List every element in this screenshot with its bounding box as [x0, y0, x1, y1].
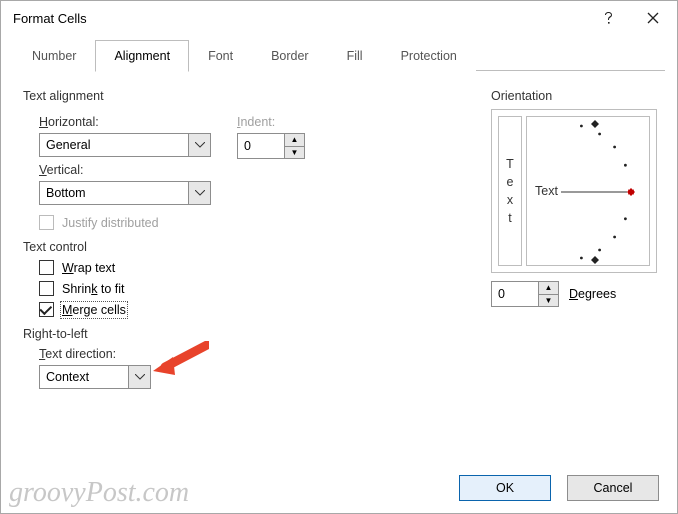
- spinner-up-icon[interactable]: ▲: [285, 134, 304, 146]
- tab-font[interactable]: Font: [189, 40, 252, 72]
- dial-graphic: [527, 117, 645, 267]
- close-button[interactable]: [631, 3, 675, 33]
- tab-alignment[interactable]: Alignment: [95, 40, 189, 72]
- tabs: Number Alignment Font Border Fill Protec…: [13, 39, 665, 71]
- merge-cells-checkbox[interactable]: [39, 302, 54, 317]
- shrink-to-fit-checkbox[interactable]: [39, 281, 54, 296]
- dialog-title: Format Cells: [13, 11, 587, 26]
- vertical-text-box[interactable]: Text: [498, 116, 522, 266]
- horizontal-value: General: [40, 138, 188, 152]
- degrees-label: Degrees: [569, 287, 616, 301]
- wrap-text-checkbox[interactable]: [39, 260, 54, 275]
- close-icon: [647, 12, 659, 24]
- text-direction-value: Context: [40, 370, 128, 384]
- merge-cells-label: Merge cells: [62, 303, 126, 317]
- indent-value: 0: [238, 134, 284, 158]
- indent-label: Indent:: [237, 115, 305, 129]
- wrap-text-label: Wrap text: [62, 261, 115, 275]
- spinner-up-icon[interactable]: ▲: [539, 282, 558, 294]
- tab-number[interactable]: Number: [13, 40, 95, 72]
- indent-spinner[interactable]: 0 ▲ ▼: [237, 133, 305, 159]
- text-alignment-label: Text alignment: [23, 89, 473, 103]
- shrink-to-fit-label: Shrink to fit: [62, 282, 125, 296]
- ok-button[interactable]: OK: [459, 475, 551, 501]
- tab-protection[interactable]: Protection: [382, 40, 476, 72]
- vertical-combo[interactable]: Bottom: [39, 181, 211, 205]
- orientation-label: Orientation: [491, 89, 657, 103]
- dialog-buttons: OK Cancel: [1, 465, 677, 513]
- help-button[interactable]: [587, 3, 631, 33]
- cancel-button[interactable]: Cancel: [567, 475, 659, 501]
- tab-fill[interactable]: Fill: [328, 40, 382, 72]
- chevron-down-icon: [128, 366, 150, 388]
- horizontal-label: Horizontal:: [39, 115, 211, 129]
- chevron-down-icon: [188, 134, 210, 156]
- horizontal-combo[interactable]: General: [39, 133, 211, 157]
- justify-checkbox: [39, 215, 54, 230]
- vertical-label: Vertical:: [39, 163, 211, 177]
- right-to-left-label: Right-to-left: [23, 327, 473, 341]
- chevron-down-icon: [188, 182, 210, 204]
- vertical-value: Bottom: [40, 186, 188, 200]
- spinner-down-icon[interactable]: ▼: [285, 146, 304, 159]
- format-cells-dialog: Format Cells Number Alignment Font Borde…: [0, 0, 678, 514]
- tab-border[interactable]: Border: [252, 40, 328, 72]
- help-icon: [604, 11, 614, 25]
- text-direction-combo[interactable]: Context: [39, 365, 151, 389]
- orientation-dial[interactable]: Text: [526, 116, 650, 266]
- justify-label: Justify distributed: [62, 216, 159, 230]
- titlebar: Format Cells: [1, 1, 677, 35]
- text-direction-label: Text direction:: [39, 347, 473, 361]
- orientation-control[interactable]: Text Text: [491, 109, 657, 273]
- degrees-spinner[interactable]: 0 ▲ ▼: [491, 281, 559, 307]
- degrees-value: 0: [492, 282, 538, 306]
- spinner-down-icon[interactable]: ▼: [539, 294, 558, 307]
- text-control-label: Text control: [23, 240, 473, 254]
